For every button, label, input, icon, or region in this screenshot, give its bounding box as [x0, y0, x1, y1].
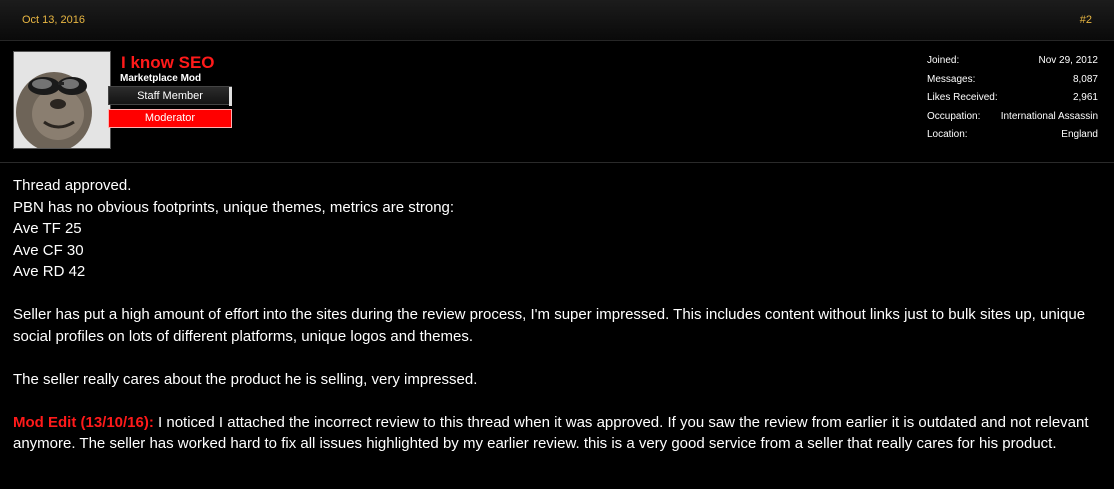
stat-row-joined: Joined: Nov 29, 2012 [927, 55, 1098, 74]
stat-row-location: Location: England [927, 129, 1098, 148]
stat-label: Occupation: [927, 110, 981, 122]
stat-label: Location: [927, 129, 968, 140]
post-permalink[interactable]: #2 [1080, 14, 1092, 26]
stat-label: Messages: [927, 73, 976, 85]
mod-edit-paragraph: Mod Edit (13/10/16): I noticed I attache… [13, 412, 1103, 455]
stat-value: England [1061, 129, 1098, 140]
forum-post: Oct 13, 2016 #2 I know SEO Marketplace M… [0, 0, 1114, 489]
post-message: Thread approved. PBN has no obvious foot… [13, 175, 1103, 455]
user-title: Marketplace Mod [120, 73, 202, 84]
stat-row-likes: Likes Received: 2,961 [927, 92, 1098, 111]
avatar[interactable] [13, 51, 111, 149]
stat-label: Likes Received: [927, 92, 998, 103]
username-link[interactable]: I know SEO [121, 53, 215, 73]
message-line: Ave TF 25 [13, 220, 82, 237]
message-line: Ave RD 42 [13, 263, 86, 280]
post-date[interactable]: Oct 13, 2016 [22, 14, 85, 26]
stat-value: 2,961 [1072, 92, 1098, 103]
message-paragraph: The seller really cares about the produc… [13, 370, 478, 388]
stat-label: Joined: [927, 55, 960, 66]
mod-edit-text: I noticed I attached the incorrect revie… [13, 413, 1089, 453]
user-stats: Joined: Nov 29, 2012 Messages: 8,087 Lik… [927, 55, 1098, 148]
staff-member-banner: Staff Member [108, 86, 232, 106]
stat-row-messages: Messages: 8,087 [927, 74, 1098, 93]
message-line: PBN has no obvious footprints, unique th… [13, 198, 455, 216]
moderator-banner: Moderator [108, 109, 232, 128]
stat-row-occupation: Occupation: International Assassin [927, 111, 1098, 130]
message-line: Thread approved. [13, 177, 132, 194]
message-paragraph: Seller has put a high amount of effort i… [13, 306, 1086, 345]
stat-value[interactable]: 8,087 [1073, 74, 1098, 85]
sloth-avatar-image [14, 52, 110, 148]
stat-value: Nov 29, 2012 [1038, 55, 1099, 66]
mod-edit-label: Mod Edit (13/10/16): [13, 413, 154, 431]
message-line: Ave CF 30 [13, 241, 84, 259]
author-block: I know SEO Marketplace Mod Staff Member … [0, 41, 1114, 163]
post-header: Oct 13, 2016 #2 [0, 0, 1114, 41]
stat-value: International Assassin [1000, 110, 1098, 122]
